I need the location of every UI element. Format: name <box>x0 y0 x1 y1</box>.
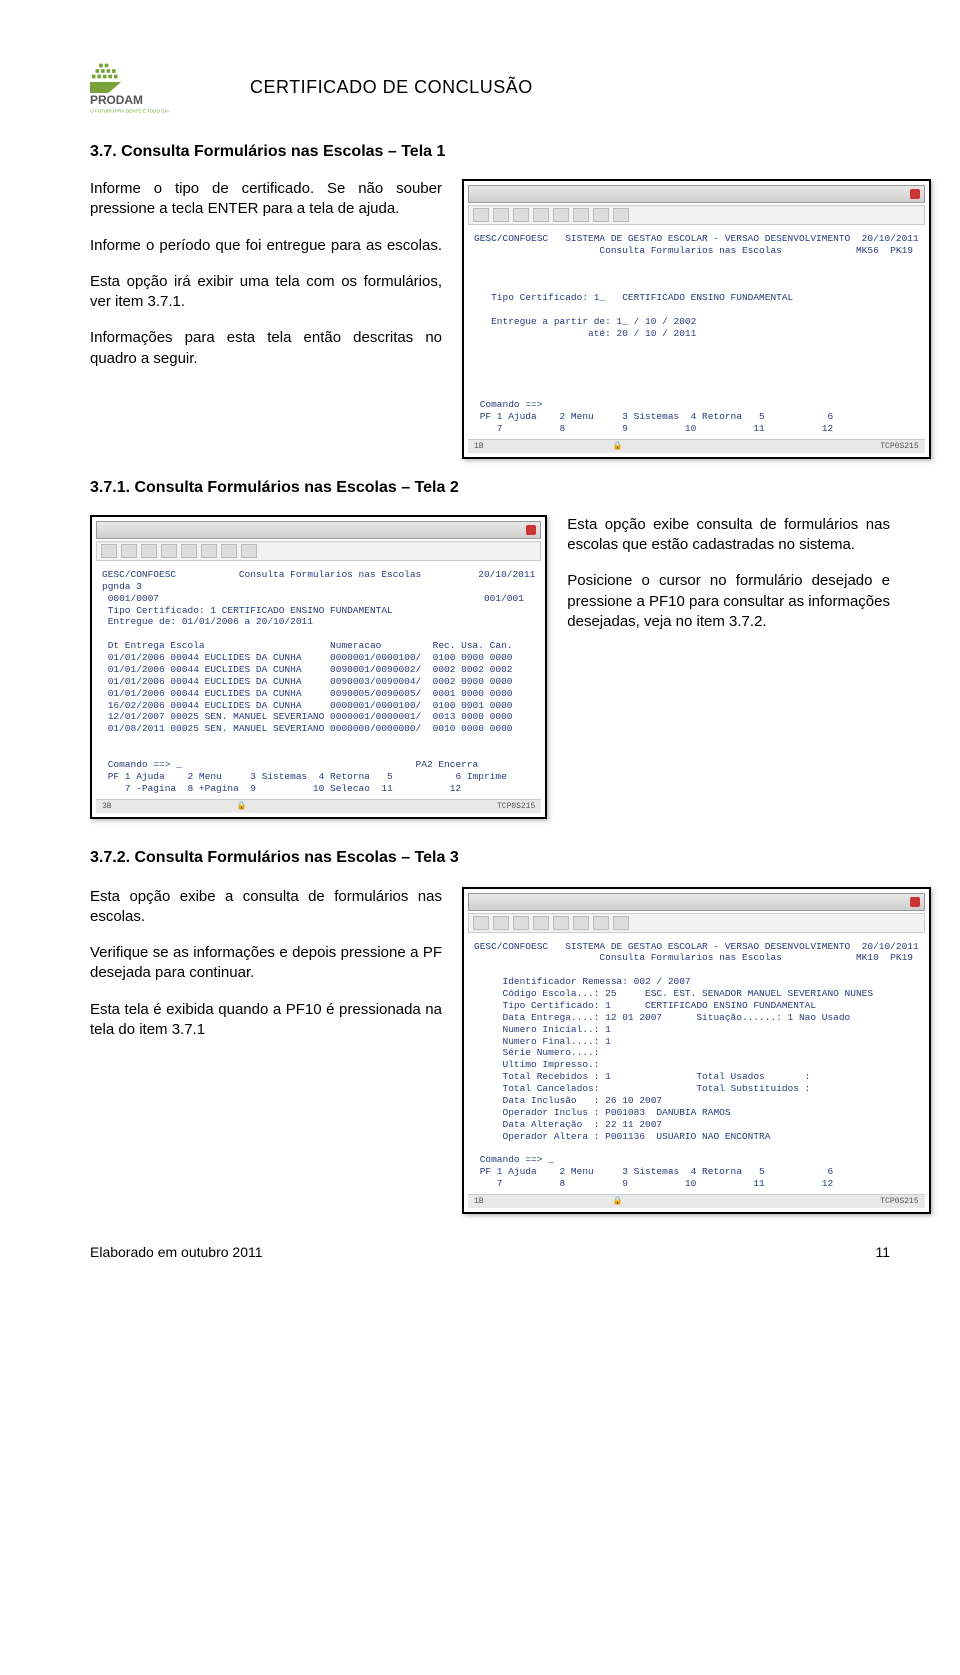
heading-3-7-1: 3.7.1. Consulta Formulários nas Escolas … <box>90 479 890 497</box>
toolbar-button <box>241 544 257 558</box>
terminal-footer-right: TCP0S215 <box>497 802 535 811</box>
toolbar-button <box>613 208 629 222</box>
toolbar-button <box>553 208 569 222</box>
toolbar-button <box>161 544 177 558</box>
page-number: 11 <box>875 1244 890 1260</box>
heading-3-7: 3.7. Consulta Formulários nas Escolas – … <box>90 143 890 161</box>
terminal-2: GESC/CONFOESC Consulta Formularios nas E… <box>90 515 547 819</box>
toolbar-button <box>513 208 529 222</box>
logo-subtext: O FUTURO PRA GENTE É TODO DIA <box>90 107 170 113</box>
close-icon <box>910 189 920 199</box>
prodam-logo: PRODAM O FUTURO PRA GENTE É TODO DIA <box>90 60 200 115</box>
toolbar-button <box>473 208 489 222</box>
toolbar-button <box>553 916 569 930</box>
toolbar-button <box>513 916 529 930</box>
toolbar-button <box>573 208 589 222</box>
terminal-footer: 1B🔒TCP0S215 <box>468 439 925 453</box>
terminal-1: GESC/CONFOESC SISTEMA DE GESTAO ESCOLAR … <box>462 179 931 459</box>
s37-para2: Informe o período que foi entregue para … <box>90 236 442 256</box>
terminal-3-screen: GESC/CONFOESC SISTEMA DE GESTAO ESCOLAR … <box>468 935 925 1194</box>
toolbar-button <box>533 916 549 930</box>
s37-para3: Esta opção irá exibir uma tela com os fo… <box>90 272 442 313</box>
page-title: CERTIFICADO DE CONCLUSÃO <box>250 77 533 98</box>
toolbar-button <box>593 208 609 222</box>
s372-para2: Verifique se as informações e depois pre… <box>90 943 442 984</box>
toolbar-button <box>493 916 509 930</box>
toolbar-button <box>473 916 489 930</box>
toolbar-button <box>101 544 117 558</box>
s371-para2: Posicione o cursor no formulário desejad… <box>567 571 890 632</box>
logo-text: PRODAM <box>90 93 143 107</box>
toolbar-button <box>181 544 197 558</box>
lock-icon: 🔒 <box>613 441 623 451</box>
s37-para4: Informações para esta tela então descrit… <box>90 328 442 369</box>
terminal-toolbar <box>468 205 925 225</box>
page-footer: Elaborado em outubro 2011 11 <box>90 1244 890 1260</box>
terminal-3: GESC/CONFOESC SISTEMA DE GESTAO ESCOLAR … <box>462 887 931 1214</box>
toolbar-button <box>493 208 509 222</box>
terminal-footer: 3B🔒TCP0S215 <box>96 799 541 813</box>
terminal-footer-right: TCP0S215 <box>880 1197 918 1206</box>
lock-icon: 🔒 <box>613 1196 623 1206</box>
close-icon <box>910 897 920 907</box>
terminal-1-screen: GESC/CONFOESC SISTEMA DE GESTAO ESCOLAR … <box>468 227 925 439</box>
terminal-toolbar <box>96 541 541 561</box>
page-header: PRODAM O FUTURO PRA GENTE É TODO DIA CER… <box>90 60 890 115</box>
s371-para1: Esta opção exibe consulta de formulários… <box>567 515 890 556</box>
terminal-titlebar <box>468 185 925 203</box>
close-icon <box>526 525 536 535</box>
toolbar-button <box>121 544 137 558</box>
toolbar-button <box>221 544 237 558</box>
toolbar-button <box>201 544 217 558</box>
lock-icon: 🔒 <box>237 801 247 811</box>
terminal-footer-right: TCP0S215 <box>880 442 918 451</box>
heading-3-7-2: 3.7.2. Consulta Formulários nas Escolas … <box>90 849 890 867</box>
terminal-titlebar <box>96 521 541 539</box>
toolbar-button <box>593 916 609 930</box>
footer-left: Elaborado em outubro 2011 <box>90 1244 263 1260</box>
toolbar-button <box>573 916 589 930</box>
terminal-footer: 1B🔒TCP0S215 <box>468 1194 925 1208</box>
terminal-2-screen: GESC/CONFOESC Consulta Formularios nas E… <box>96 563 541 799</box>
s372-para1: Esta opção exibe a consulta de formulári… <box>90 887 442 928</box>
terminal-titlebar <box>468 893 925 911</box>
logo-icon: PRODAM O FUTURO PRA GENTE É TODO DIA <box>90 60 200 115</box>
toolbar-button <box>141 544 157 558</box>
terminal-toolbar <box>468 913 925 933</box>
s37-para1: Informe o tipo de certificado. Se não so… <box>90 179 442 220</box>
toolbar-button <box>533 208 549 222</box>
toolbar-button <box>613 916 629 930</box>
s372-para3: Esta tela é exibida quando a PF10 é pres… <box>90 1000 442 1041</box>
